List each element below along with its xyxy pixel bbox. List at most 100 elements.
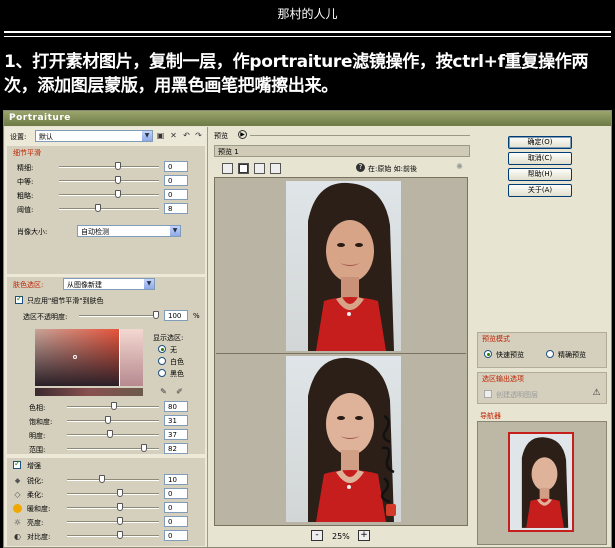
eyedropper-plus-icon[interactable]: ✐ [175,387,184,396]
section-title: 肤色选区: [13,281,44,289]
percent-unit: % [193,312,200,320]
redo-icon[interactable]: ↷ [194,131,203,140]
fine-slider[interactable] [59,166,159,168]
sharpen-label: 锐化: [27,477,44,485]
hue-range-bar[interactable] [35,388,143,396]
saturation-input[interactable]: 31 [164,415,188,426]
single-view-icon[interactable] [222,163,233,174]
range-input[interactable]: 82 [164,443,188,454]
fine-input[interactable]: 0 [164,161,188,172]
slider-thumb[interactable] [115,176,121,184]
tab-preview-1[interactable]: 预览 1 [218,147,239,157]
navigator-thumbnail[interactable] [508,432,574,532]
hue-label: 色相: [29,404,46,412]
group-title: 预览模式 [482,335,510,343]
saturation-slider[interactable] [67,420,159,422]
coarse-slider[interactable] [59,194,159,196]
transparent-layer-label: 创建透明图层 [496,391,538,399]
settings-panel: 设置: 默认▼ ▣ ✕ ↶ ↷ 细节平滑 精细: 0 中等: 0 粗略: 0 [5,127,208,547]
threshold-slider[interactable] [59,208,159,210]
enhance-brightness-slider[interactable] [67,521,159,523]
zoom-out-button[interactable]: - [311,530,323,541]
preview-canvas[interactable] [214,177,468,526]
side-by-side-view-icon[interactable] [270,163,281,174]
mask-opacity-slider[interactable] [79,315,159,317]
zoom-level: 25% [332,532,350,541]
sharpen-input[interactable]: 10 [164,474,188,485]
help-button[interactable]: 帮助(H) [508,168,572,181]
cancel-button[interactable]: 取消(C) [508,152,572,165]
display-none-radio[interactable] [158,345,166,353]
mask-opacity-input[interactable]: 100 [164,310,188,321]
chevron-down-icon: ▼ [142,131,152,141]
preview-image-after[interactable] [286,356,401,522]
warning-icon: ⚠ [592,388,601,398]
slider-thumb[interactable] [115,190,121,198]
settings-label: 设置: [10,133,27,141]
enhance-brightness-input[interactable]: 0 [164,516,188,527]
coarse-input[interactable]: 0 [164,189,188,200]
transparent-layer-checkbox[interactable] [484,390,492,398]
about-button[interactable]: 关于(A) [508,184,572,197]
delete-icon[interactable]: ✕ [169,131,178,140]
hue-input[interactable]: 80 [164,401,188,412]
settings-preset-select[interactable]: 默认 ▼ [35,130,153,142]
sharpen-slider[interactable] [67,479,159,481]
slider-thumb[interactable] [107,430,113,438]
medium-slider[interactable] [59,180,159,182]
slider-thumb[interactable] [117,531,123,539]
slider-thumb[interactable] [141,444,147,452]
fast-preview-radio[interactable] [484,350,492,358]
display-mask-label: 显示选区: [153,334,184,342]
display-black-radio[interactable] [158,369,166,377]
warmth-input[interactable]: 0 [164,502,188,513]
slider-thumb[interactable] [153,311,159,319]
chevron-down-icon: ▼ [144,279,154,289]
preview-image-before[interactable] [286,181,401,351]
preview-panel: 预览 ▶ 预览 1 ? 在:原始 如:前後 ✺ - 25% + [210,127,472,547]
slider-thumb[interactable] [111,402,117,410]
undo-icon[interactable]: ↶ [182,131,191,140]
portrait-size-select[interactable]: 自动检测 ▼ [77,225,181,237]
threshold-input[interactable]: 8 [164,203,188,214]
enhance-checkbox[interactable] [13,459,21,469]
slider-thumb[interactable] [117,503,123,511]
medium-input[interactable]: 0 [164,175,188,186]
soften-slider[interactable] [67,493,159,495]
skin-only-label: 只应用"细节平滑"到肤色 [27,297,104,305]
warmth-slider[interactable] [67,507,159,509]
eyedropper-icon[interactable]: ✎ [159,387,168,396]
skin-color-swatch [119,329,143,386]
enhance-section: 增强 ⬥ 锐化: 10 ◇ 柔化: 0 暖和度: 0 ☼ 亮度: 0 ◐ 对比度… [7,458,205,546]
split-vertical-view-icon[interactable] [254,163,265,174]
color-picker-marker[interactable] [73,355,77,359]
slider-thumb[interactable] [117,517,123,525]
contrast-input[interactable]: 0 [164,530,188,541]
help-icon[interactable]: ? [356,163,365,172]
enhance-brightness-label: 亮度: [27,519,44,527]
soften-input[interactable]: 0 [164,488,188,499]
navigator-title: 导航器 [480,412,501,420]
display-black-label: 黑色 [170,370,184,378]
slider-thumb[interactable] [95,204,101,212]
accurate-preview-radio[interactable] [546,350,554,358]
slider-thumb[interactable] [99,475,105,483]
slider-thumb[interactable] [115,162,121,170]
skin-color-field[interactable] [35,329,119,386]
navigator-panel[interactable] [477,421,607,545]
zoom-in-button[interactable]: + [358,530,370,541]
divider-line [4,36,611,37]
play-icon[interactable]: ▶ [238,130,247,139]
brightness-slider[interactable] [67,434,159,436]
display-white-radio[interactable] [158,357,166,365]
slider-thumb[interactable] [105,416,111,424]
contrast-slider[interactable] [67,535,159,537]
contrast-label: 对比度: [27,533,51,541]
save-icon[interactable]: ▣ [156,131,165,140]
brightness-input[interactable]: 37 [164,429,188,440]
slider-thumb[interactable] [117,489,123,497]
ok-button[interactable]: 确定(O) [508,136,572,149]
skin-source-select[interactable]: 从图像新建 ▼ [63,278,155,290]
split-horizontal-view-icon[interactable] [238,163,249,174]
skin-only-checkbox[interactable] [15,294,23,304]
